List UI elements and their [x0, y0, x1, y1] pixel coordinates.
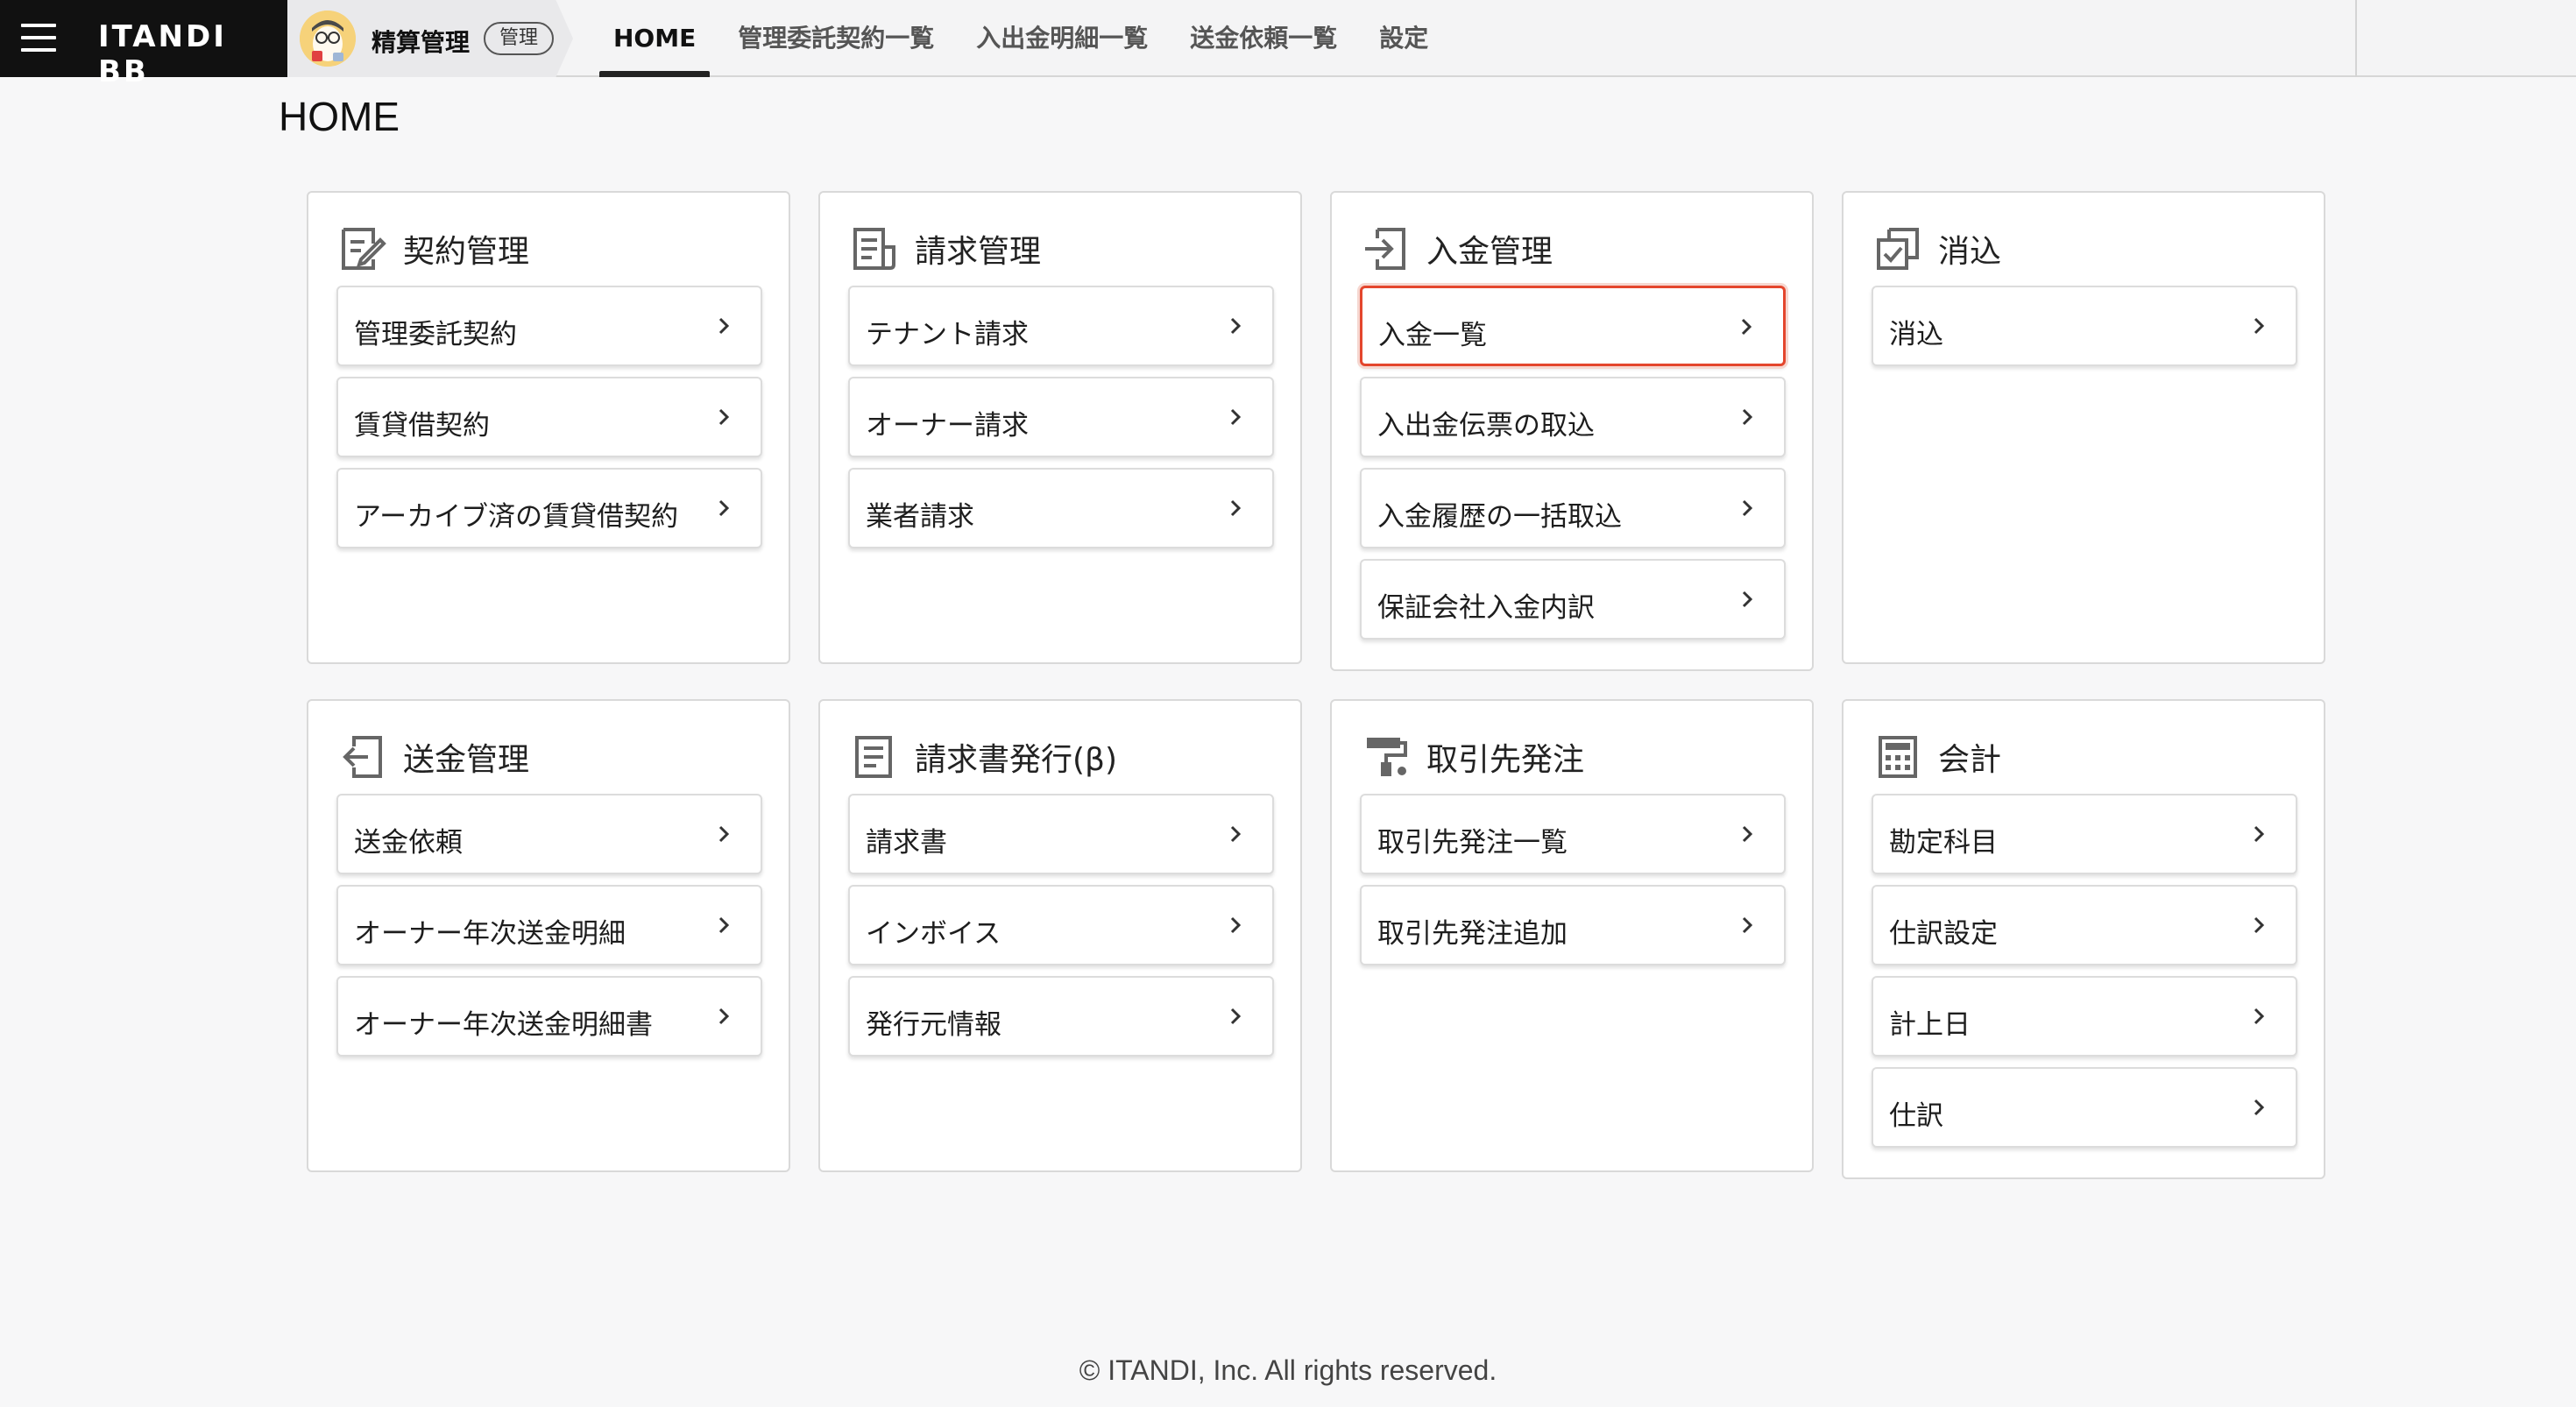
list-item-lease-contract[interactable]: 賃貸借契約	[336, 377, 762, 457]
chevron-right-icon	[1742, 590, 1753, 608]
brand-logo[interactable]: ITANDI BB	[98, 19, 287, 89]
chevron-right-icon	[2254, 317, 2265, 335]
role-badge: 管理	[484, 22, 555, 55]
list-item-payment-list[interactable]: 入金一覧	[1360, 286, 1786, 366]
payment-in-icon	[1365, 228, 1405, 270]
card-billing-management: 請求管理 テナント請求 オーナー請求 業者請求	[818, 191, 1302, 664]
card-remittance-management: 送金管理 送金依頼 オーナー年次送金明細 オーナー年次送金明細書	[307, 699, 790, 1172]
list-item-qualified-invoice[interactable]: インボイス	[848, 885, 1274, 965]
card-title: 取引先発注	[1426, 742, 1585, 778]
card-title: 消込	[1938, 234, 2002, 270]
chevron-right-icon	[1230, 499, 1242, 517]
list-item-owner-annual-statement-doc[interactable]: オーナー年次送金明細書	[336, 976, 762, 1057]
chevron-right-icon	[1230, 1008, 1242, 1025]
card-title: 請求書発行(β)	[915, 742, 1118, 778]
chevron-right-icon	[718, 499, 730, 517]
chevron-right-icon	[718, 1008, 730, 1025]
list-item-bulk-import-history[interactable]: 入金履歴の一括取込	[1360, 468, 1786, 548]
list-item-add-vendor-order[interactable]: 取引先発注追加	[1360, 885, 1786, 965]
nav-home[interactable]: HOME	[592, 0, 717, 77]
list-item-reconciliation[interactable]: 消込	[1872, 286, 2297, 366]
chevron-right-icon	[1741, 318, 1752, 336]
top-header: ITANDI BB 精算管理 管理 HOME 管理委託契約一覧 入出金明細一覧 …	[0, 0, 2576, 89]
payment-out-icon	[343, 736, 382, 778]
card-title: 会計	[1938, 742, 2002, 778]
paint-roller-icon	[1367, 738, 1407, 776]
list-item-account-titles[interactable]: 勘定科目	[1872, 794, 2297, 874]
card-vendor-orders: 取引先発注 取引先発注一覧 取引先発注追加	[1330, 699, 1814, 1172]
list-item-tenant-billing[interactable]: テナント請求	[848, 286, 1274, 366]
list-item-management-contract[interactable]: 管理委託契約	[336, 286, 762, 366]
card-payment-management: 入金管理 入金一覧 入出金伝票の取込 入金履歴の一括取込 保証会社入金内訳	[1330, 191, 1814, 671]
list-item-issuer-info[interactable]: 発行元情報	[848, 976, 1274, 1057]
app-name: 精算管理	[372, 28, 471, 57]
nav-remittance-requests[interactable]: 送金依頼一覧	[1169, 0, 1358, 77]
footer-copyright: © ITANDI, Inc. All rights reserved.	[1079, 1354, 1497, 1386]
nav-transaction-details[interactable]: 入出金明細一覧	[955, 0, 1169, 77]
card-title: 入金管理	[1426, 234, 1553, 270]
list-item-guarantor-breakdown[interactable]: 保証会社入金内訳	[1360, 559, 1786, 640]
list-item-vendor-order-list[interactable]: 取引先発注一覧	[1360, 794, 1786, 874]
chevron-right-icon	[2254, 916, 2265, 934]
chevron-right-icon	[2254, 825, 2265, 843]
list-item-import-vouchers[interactable]: 入出金伝票の取込	[1360, 377, 1786, 457]
chevron-right-icon	[718, 825, 730, 843]
chevron-right-icon	[718, 317, 730, 335]
chevron-right-icon	[1742, 916, 1753, 934]
brand-bar: ITANDI BB	[0, 0, 287, 89]
list-item-journal[interactable]: 仕訳	[1872, 1067, 2297, 1148]
chevron-right-icon	[1230, 916, 1242, 934]
card-accounting: 会計 勘定科目 仕訳設定 計上日 仕訳	[1842, 699, 2325, 1179]
calculator-icon	[1879, 736, 1917, 778]
invoice-list-icon	[853, 228, 895, 270]
chevron-right-icon	[1230, 408, 1242, 426]
chevron-right-icon	[1230, 825, 1242, 843]
document-icon	[855, 736, 892, 778]
reconcile-icon	[1877, 228, 1919, 270]
card-invoice-issuance: 請求書発行(β) 請求書 インボイス 発行元情報	[818, 699, 1302, 1172]
nav-management-contracts[interactable]: 管理委託契約一覧	[717, 0, 955, 77]
chevron-right-icon	[1742, 408, 1753, 426]
card-contract-management: 契約管理 管理委託契約 賃貸借契約 アーカイブ済の賃貸借契約	[307, 191, 790, 664]
list-item-vendor-billing[interactable]: 業者請求	[848, 468, 1274, 548]
list-item-owner-billing[interactable]: オーナー請求	[848, 377, 1274, 457]
card-title: 請求管理	[915, 234, 1042, 270]
chevron-right-icon	[1742, 499, 1753, 517]
chevron-right-icon	[1230, 317, 1242, 335]
main-nav: HOME 管理委託契約一覧 入出金明細一覧 送金依頼一覧 設定	[592, 0, 1449, 77]
chevron-right-icon	[2254, 1099, 2265, 1116]
avatar	[300, 11, 356, 67]
list-item-remittance-request[interactable]: 送金依頼	[336, 794, 762, 874]
chevron-right-icon	[2254, 1008, 2265, 1025]
card-reconciliation: 消込 消込	[1842, 191, 2325, 664]
chevron-right-icon	[718, 916, 730, 934]
card-title: 送金管理	[403, 742, 530, 778]
nav-settings[interactable]: 設定	[1358, 0, 1449, 77]
list-item-invoice[interactable]: 請求書	[848, 794, 1274, 874]
page-title: HOME	[279, 94, 400, 139]
header-divider	[2355, 0, 2357, 77]
hamburger-menu-icon[interactable]	[21, 22, 56, 53]
list-item-posting-date[interactable]: 計上日	[1872, 976, 2297, 1057]
contract-edit-icon	[342, 228, 386, 270]
chevron-right-icon	[1742, 825, 1753, 843]
list-item-owner-annual-statement[interactable]: オーナー年次送金明細	[336, 885, 762, 965]
chevron-right-icon	[718, 408, 730, 426]
list-item-journal-settings[interactable]: 仕訳設定	[1872, 885, 2297, 965]
card-title: 契約管理	[403, 234, 530, 270]
list-item-archived-lease-contract[interactable]: アーカイブ済の賃貸借契約	[336, 468, 762, 548]
